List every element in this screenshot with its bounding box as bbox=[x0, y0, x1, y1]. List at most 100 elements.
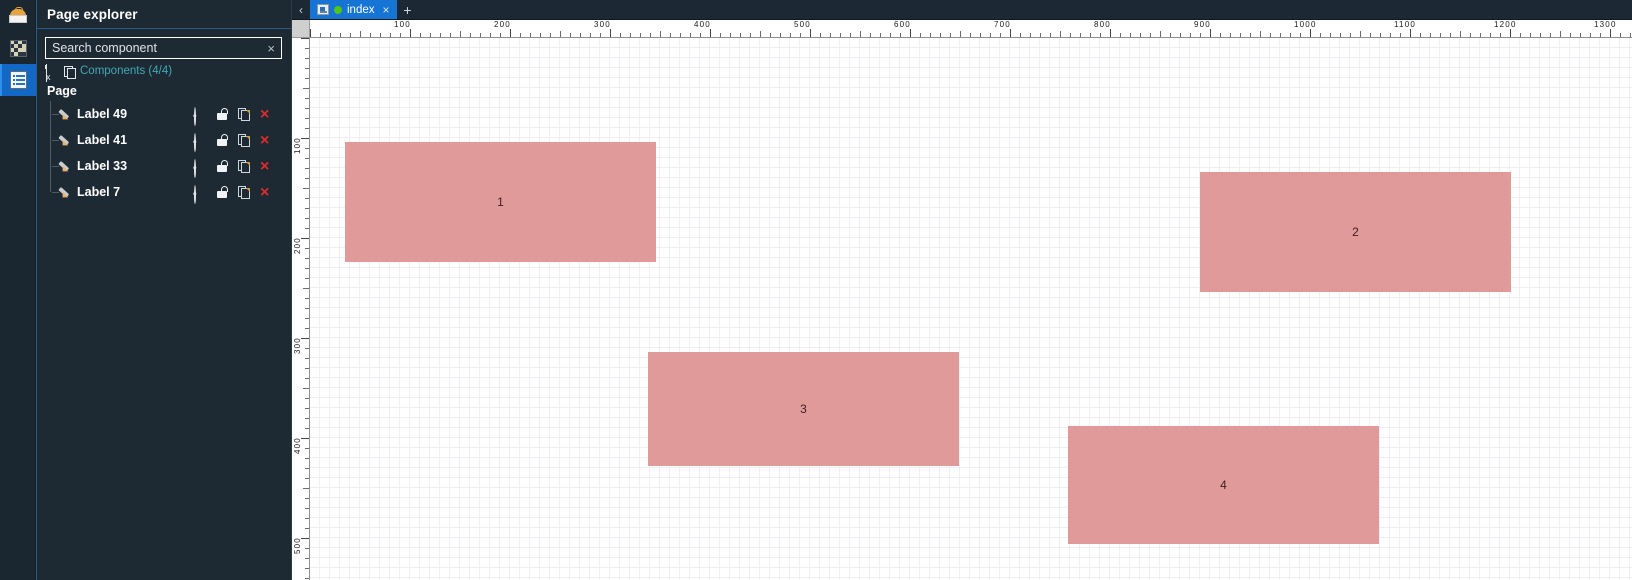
ruler-tick bbox=[670, 33, 671, 37]
ruler-tick bbox=[303, 288, 309, 289]
close-icon[interactable]: × bbox=[383, 3, 390, 17]
lock-icon[interactable] bbox=[217, 134, 228, 146]
ruler-tick bbox=[390, 33, 391, 37]
ruler-tick bbox=[1070, 33, 1071, 37]
ruler-tick bbox=[1230, 33, 1231, 37]
page-title: Page explorer bbox=[47, 6, 138, 22]
icon-rail bbox=[0, 0, 36, 580]
canvas-shape-1[interactable]: 1 bbox=[345, 142, 656, 262]
lock-icon[interactable] bbox=[217, 160, 228, 172]
ruler-tick bbox=[1390, 33, 1391, 37]
ruler-tick bbox=[360, 31, 361, 37]
search-row[interactable]: × bbox=[45, 37, 282, 59]
ruler-tick bbox=[1210, 29, 1211, 37]
ruler-tick bbox=[1480, 33, 1481, 37]
ruler-corner bbox=[292, 20, 310, 38]
duplicate-icon[interactable] bbox=[238, 159, 250, 173]
lock-icon[interactable] bbox=[217, 108, 228, 120]
ruler-tick bbox=[305, 478, 309, 479]
ruler-tick bbox=[305, 108, 309, 109]
ruler-tick bbox=[1140, 33, 1141, 37]
ruler-tick bbox=[305, 158, 309, 159]
ruler-tick bbox=[420, 33, 421, 37]
ruler-tick bbox=[305, 48, 309, 49]
ruler-tick bbox=[730, 33, 731, 37]
tab-index[interactable]: index × bbox=[310, 0, 397, 19]
ruler-tick bbox=[305, 268, 309, 269]
ruler-tick bbox=[303, 488, 309, 489]
ruler-tick bbox=[305, 458, 309, 459]
duplicate-icon[interactable] bbox=[238, 185, 250, 199]
ruler-tick bbox=[301, 538, 309, 539]
delete-icon[interactable]: × bbox=[260, 184, 273, 200]
search-input[interactable] bbox=[52, 41, 266, 55]
canvas-shape-2[interactable]: 2 bbox=[1200, 172, 1511, 292]
list-item[interactable]: Label 7 × bbox=[47, 179, 282, 205]
ruler-tick bbox=[1010, 29, 1011, 37]
ruler-tick bbox=[990, 33, 991, 37]
ruler-tick bbox=[580, 33, 581, 37]
ruler-tick bbox=[930, 33, 931, 37]
ruler-tick bbox=[305, 208, 309, 209]
ruler-tick bbox=[1100, 33, 1101, 37]
canvas-shape-3[interactable]: 3 bbox=[648, 352, 959, 466]
vertical-ruler[interactable]: 100 200 300 400 500 bbox=[292, 38, 310, 580]
rail-item-toolbox[interactable] bbox=[0, 0, 36, 32]
ruler-tick bbox=[940, 33, 941, 37]
rail-item-components[interactable] bbox=[0, 32, 36, 64]
delete-icon[interactable]: × bbox=[260, 158, 273, 174]
ruler-tick bbox=[305, 248, 309, 249]
list-item-label: Label 7 bbox=[77, 185, 121, 199]
ruler-tick bbox=[1060, 31, 1061, 37]
list-item[interactable]: Label 33 × bbox=[47, 153, 282, 179]
visibility-icon[interactable] bbox=[194, 184, 207, 204]
visibility-icon[interactable] bbox=[194, 158, 207, 178]
ruler-tick bbox=[1090, 33, 1091, 37]
visibility-icon[interactable] bbox=[194, 132, 207, 152]
ruler-tick bbox=[305, 508, 309, 509]
ruler-tick bbox=[710, 29, 711, 37]
ruler-tick bbox=[1240, 33, 1241, 37]
design-canvas[interactable]: 1 2 34 bbox=[310, 38, 1632, 580]
ruler-label: 600 bbox=[894, 20, 911, 29]
lock-icon[interactable] bbox=[217, 186, 228, 198]
horizontal-ruler[interactable]: 100 200 300 400 500 600 700 800 900 1000 1100 1200 1… bbox=[310, 20, 1632, 38]
ruler-tick bbox=[1420, 33, 1421, 37]
visibility-icon[interactable] bbox=[194, 106, 207, 126]
ruler-label: 100 bbox=[394, 20, 411, 29]
list-item[interactable]: Label 41 × bbox=[47, 127, 282, 153]
ruler-tick bbox=[750, 33, 751, 37]
add-tab-button[interactable]: + bbox=[397, 0, 419, 19]
ruler-tick bbox=[1590, 33, 1591, 37]
ruler-tick bbox=[305, 378, 309, 379]
rail-item-page-explorer[interactable] bbox=[0, 64, 36, 96]
ruler-tick bbox=[301, 38, 309, 39]
ruler-tick bbox=[790, 33, 791, 37]
ruler-tick bbox=[980, 33, 981, 37]
ruler-tick bbox=[1490, 33, 1491, 37]
canvas-shape-4[interactable]: 4 bbox=[1068, 426, 1379, 544]
delete-icon[interactable]: × bbox=[260, 106, 273, 122]
page-explorer-panel: Page explorer × Components (4/4) Page bbox=[36, 0, 292, 580]
ruler-tick bbox=[305, 98, 309, 99]
list-item[interactable]: Label 49 × bbox=[47, 101, 282, 127]
duplicate-icon[interactable] bbox=[238, 133, 250, 147]
delete-icon[interactable]: × bbox=[260, 132, 273, 148]
clear-search-icon[interactable]: × bbox=[265, 42, 277, 55]
ruler-tick bbox=[1410, 29, 1411, 37]
ruler-tick bbox=[301, 238, 309, 239]
ruler-tick bbox=[1220, 33, 1221, 37]
tab-scroll-left-icon[interactable]: ‹ bbox=[292, 0, 310, 19]
ruler-tick bbox=[1440, 33, 1441, 37]
ruler-tick bbox=[640, 33, 641, 37]
ruler-tick bbox=[560, 31, 561, 37]
copy-icon[interactable] bbox=[64, 65, 76, 79]
deselect-all-icon[interactable] bbox=[46, 63, 59, 82]
duplicate-icon[interactable] bbox=[238, 107, 250, 121]
ruler-tick bbox=[305, 558, 309, 559]
ruler-tick bbox=[305, 78, 309, 79]
ruler-tick bbox=[570, 33, 571, 37]
ruler-tick bbox=[590, 33, 591, 37]
ruler-tick bbox=[910, 29, 911, 37]
ruler-label: 1000 bbox=[1294, 20, 1317, 29]
